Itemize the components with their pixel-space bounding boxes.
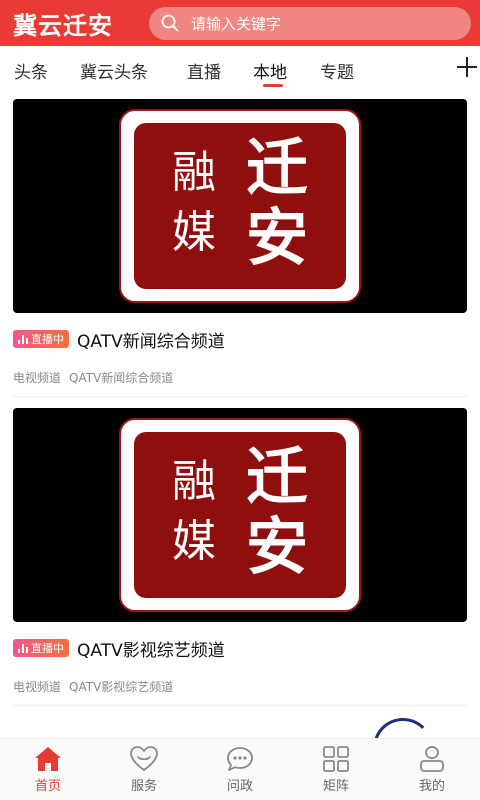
nav-inquiry[interactable]: 问政 [192,739,288,800]
card-title[interactable]: QATV新闻综合频道 [77,327,225,352]
meta-source: QATV新闻综合频道 [69,371,174,385]
live-badge: 直播中 [13,639,69,657]
plus-icon[interactable] [456,56,478,78]
logo-char: 安 [246,201,309,274]
live-badge-label: 直播中 [31,333,64,346]
card-title[interactable]: QATV影视综艺频道 [77,636,225,661]
search-placeholder: 请输入关键字 [191,14,282,33]
channel-logo: 融 媒 迁 安 [119,109,361,303]
logo-char: 媒 [172,207,216,258]
home-icon [33,745,63,773]
grid-icon [321,745,351,773]
tab-local[interactable]: 本地 [253,58,287,83]
divider [13,705,467,706]
channel-logo: 融 媒 迁 安 [119,418,361,612]
tab-toutiao[interactable]: 头条 [14,58,48,83]
nav-matrix[interactable]: 矩阵 [288,739,384,800]
logo-char: 迁 [246,440,309,513]
live-badge-label: 直播中 [31,642,64,655]
live-bars-icon [18,334,28,344]
active-tab-indicator [263,84,283,87]
nav-profile[interactable]: 我的 [384,739,480,800]
live-bars-icon [18,643,28,653]
partial-logo-arc [373,718,433,738]
meta-category: 电视频道 [13,371,62,385]
meta-category: 电视频道 [13,680,62,694]
logo-char: 迁 [246,131,309,204]
channel-tabs: 头条 冀云头条 直播 本地 专题 [0,46,480,90]
list-item-partial[interactable] [13,718,467,738]
logo-char: 融 [172,147,216,198]
tab-jiyun-toutiao[interactable]: 冀云头条 [80,58,148,83]
divider [13,396,467,397]
nav-home[interactable]: 首页 [0,739,96,800]
logo-char: 融 [172,456,216,507]
tab-topics[interactable]: 专题 [320,58,354,83]
meta-source: QATV影视综艺频道 [69,680,174,694]
logo-char: 媒 [172,516,216,567]
tab-live[interactable]: 直播 [187,58,221,83]
nav-label: 矩阵 [322,779,349,794]
heart-icon [129,745,159,773]
nav-label: 首页 [34,779,61,794]
bottom-nav: 首页 服务 问政 矩阵 我的 [0,738,480,800]
nav-label: 服务 [130,779,157,794]
feed-list: 融 媒 迁 安 直播中 QATV新闻综合频道 电视频道 QATV新闻综合频道 融… [0,90,480,738]
nav-label: 我的 [418,779,445,794]
video-thumbnail[interactable]: 融 媒 迁 安 [13,99,467,313]
list-item[interactable]: 融 媒 迁 安 直播中 QATV影视综艺频道 电视频道 QATV影视综艺频道 [13,408,467,695]
chat-icon [225,745,255,773]
user-icon [417,745,447,773]
app-header: 冀云迁安 请输入关键字 [0,0,480,46]
nav-service[interactable]: 服务 [96,739,192,800]
search-icon [161,14,179,32]
live-badge: 直播中 [13,330,69,348]
nav-label: 问政 [226,779,253,794]
card-meta: 电视频道 QATV新闻综合频道 [13,369,467,386]
search-input[interactable]: 请输入关键字 [149,6,471,40]
card-meta: 电视频道 QATV影视综艺频道 [13,678,467,695]
app-title: 冀云迁安 [13,11,113,40]
video-thumbnail[interactable]: 融 媒 迁 安 [13,408,467,622]
logo-char: 安 [246,510,309,583]
list-item[interactable]: 融 媒 迁 安 直播中 QATV新闻综合频道 电视频道 QATV新闻综合频道 [13,99,467,386]
